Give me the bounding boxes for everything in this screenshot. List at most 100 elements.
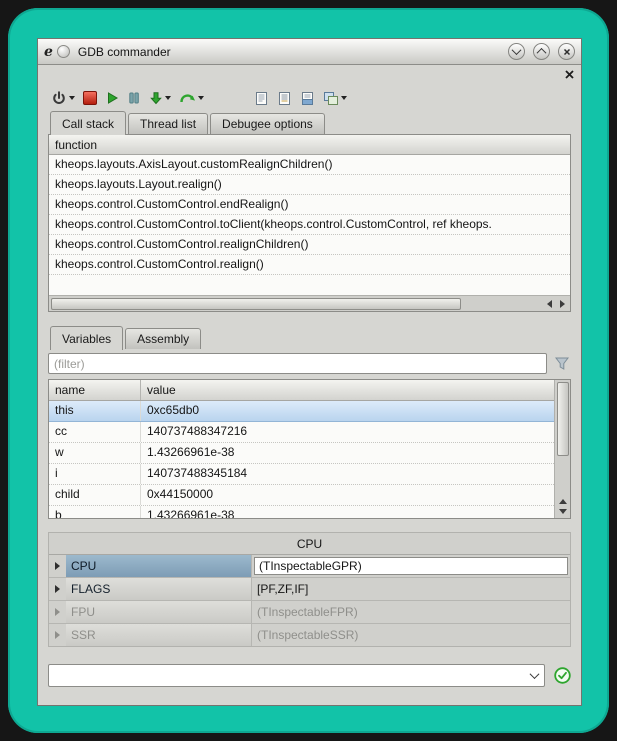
tab-variables[interactable]: Variables	[50, 326, 123, 350]
expand-icon[interactable]	[49, 601, 66, 623]
callstack-row[interactable]: kheops.layouts.AxisLayout.customRealignC…	[49, 155, 570, 175]
cpu-register-value: (TInspectableSSR)	[252, 624, 570, 646]
document-icon	[254, 91, 269, 106]
variable-row[interactable]: i 140737488345184	[49, 464, 554, 485]
dropdown-arrow-icon	[341, 96, 347, 100]
column-header-value[interactable]: value	[141, 380, 554, 400]
command-combobox[interactable]	[48, 664, 545, 687]
scrollbar-thumb[interactable]	[557, 382, 569, 456]
vertical-scrollbar[interactable]	[554, 380, 570, 518]
tab-assembly[interactable]: Assembly	[125, 328, 201, 349]
cpu-value-editor[interactable]: (TInspectableGPR)	[254, 557, 568, 575]
tab-call-stack[interactable]: Call stack	[50, 111, 126, 135]
tab-debugee-options[interactable]: Debugee options	[210, 113, 325, 134]
cpu-row-flags[interactable]: FLAGS [PF,ZF,IF]	[49, 578, 570, 601]
cpu-row-cpu[interactable]: CPU (TInspectableGPR)	[49, 555, 570, 578]
callstack-row[interactable]: kheops.control.CustomControl.realignChil…	[49, 235, 570, 255]
filter-row	[48, 353, 571, 374]
variable-value-cell: 0xc65db0	[141, 401, 554, 421]
variable-row[interactable]: cc 140737488347216	[49, 422, 554, 443]
callstack-row[interactable]: kheops.control.CustomControl.toClient(kh…	[49, 215, 570, 235]
variable-row[interactable]: w 1.43266961e-38	[49, 443, 554, 464]
tab-thread-list[interactable]: Thread list	[128, 113, 208, 134]
variable-value-cell: 140737488345184	[141, 464, 554, 484]
callstack-tabs: Call stack Thread list Debugee options	[48, 111, 571, 134]
window-menu-icon[interactable]	[57, 45, 70, 58]
combo-dropdown-button[interactable]	[524, 665, 544, 686]
filter-input[interactable]	[48, 353, 547, 374]
expand-icon[interactable]	[49, 624, 66, 646]
doc-watch-button[interactable]	[297, 86, 318, 110]
window-frame: e GDB commander	[8, 8, 609, 733]
tab-label: Variables	[62, 332, 111, 346]
dropdown-arrow-icon	[165, 96, 171, 100]
windows-icon	[323, 91, 339, 106]
curved-arrow-icon	[179, 91, 196, 105]
variable-name-cell: child	[49, 485, 141, 505]
close-icon	[565, 70, 574, 79]
command-input[interactable]	[49, 665, 524, 686]
step-over-button[interactable]	[176, 86, 207, 110]
cpu-row-fpu[interactable]: FPU (TInspectableFPR)	[49, 601, 570, 624]
document-lines-icon	[277, 91, 292, 106]
pause-icon	[127, 91, 141, 105]
cpu-row-ssr[interactable]: SSR (TInspectableSSR)	[49, 624, 570, 646]
variable-row[interactable]: child 0x44150000	[49, 485, 554, 506]
windows-button[interactable]	[320, 86, 350, 110]
minimize-button[interactable]	[508, 43, 525, 60]
scrollbar-thumb[interactable]	[51, 298, 461, 310]
chevron-up-icon	[537, 48, 547, 58]
variable-value-cell: 1.43266961e-38	[141, 506, 554, 518]
maximize-button[interactable]	[533, 43, 550, 60]
run-button[interactable]	[102, 86, 122, 110]
cpu-register-value: (TInspectableFPR)	[252, 601, 570, 623]
tab-label: Call stack	[62, 117, 114, 131]
variables-tabs: Variables Assembly	[48, 326, 571, 349]
window-body: Call stack Thread list Debugee options f…	[38, 65, 581, 705]
scroll-down-icon[interactable]	[559, 509, 567, 514]
cpu-panel-title: CPU	[49, 533, 570, 554]
variable-name-cell: cc	[49, 422, 141, 442]
callstack-row[interactable]: kheops.control.CustomControl.endRealign(…	[49, 195, 570, 215]
step-into-button[interactable]	[146, 86, 174, 110]
scroll-up-icon[interactable]	[559, 499, 567, 504]
expand-icon[interactable]	[49, 578, 66, 600]
variable-name-cell: i	[49, 464, 141, 484]
close-button[interactable]	[558, 43, 575, 60]
variables-list: this 0xc65db0 cc 140737488347216 w 1.432…	[49, 401, 554, 518]
chevron-down-icon	[512, 45, 522, 55]
expand-icon[interactable]	[49, 555, 66, 577]
scrollbar-arrows	[559, 499, 567, 516]
variable-row[interactable]: this 0xc65db0	[49, 401, 554, 422]
variable-name-cell: this	[49, 401, 141, 421]
titlebar[interactable]: e GDB commander	[38, 39, 581, 65]
callstack-list: kheops.layouts.AxisLayout.customRealignC…	[49, 155, 570, 275]
column-header-name[interactable]: name	[49, 380, 141, 400]
variables-table-main: name value this 0xc65db0 cc 140737488347…	[49, 380, 554, 518]
stop-button[interactable]	[80, 86, 100, 110]
variable-row[interactable]: b 1.43266961e-38	[49, 506, 554, 518]
callstack-row[interactable]: kheops.control.CustomControl.realign()	[49, 255, 570, 275]
close-icon	[563, 48, 571, 56]
scroll-right-icon[interactable]	[560, 300, 565, 308]
cpu-inspector-panel: CPU CPU (TInspectableGPR) FLAGS [PF,ZF,I…	[48, 532, 571, 647]
power-button[interactable]	[48, 86, 78, 110]
arrow-down-icon	[149, 91, 163, 105]
horizontal-scrollbar[interactable]	[49, 295, 570, 311]
tab-label: Thread list	[140, 117, 196, 131]
doc-text-button[interactable]	[274, 86, 295, 110]
callstack-row[interactable]: kheops.layouts.Layout.realign()	[49, 175, 570, 195]
send-command-button[interactable]	[554, 667, 571, 684]
callstack-column-header[interactable]: function	[49, 135, 570, 155]
cpu-register-name: FPU	[66, 601, 252, 623]
variable-name-cell: b	[49, 506, 141, 518]
variable-name-cell: w	[49, 443, 141, 463]
document-watch-icon	[300, 91, 315, 106]
pause-button[interactable]	[124, 86, 144, 110]
filter-icon[interactable]	[554, 356, 571, 372]
callstack-panel: function kheops.layouts.AxisLayout.custo…	[48, 134, 571, 312]
variables-header: name value	[49, 380, 554, 401]
doc-log-button[interactable]	[251, 86, 272, 110]
dock-close-button[interactable]	[565, 70, 574, 79]
scroll-left-icon[interactable]	[547, 300, 552, 308]
